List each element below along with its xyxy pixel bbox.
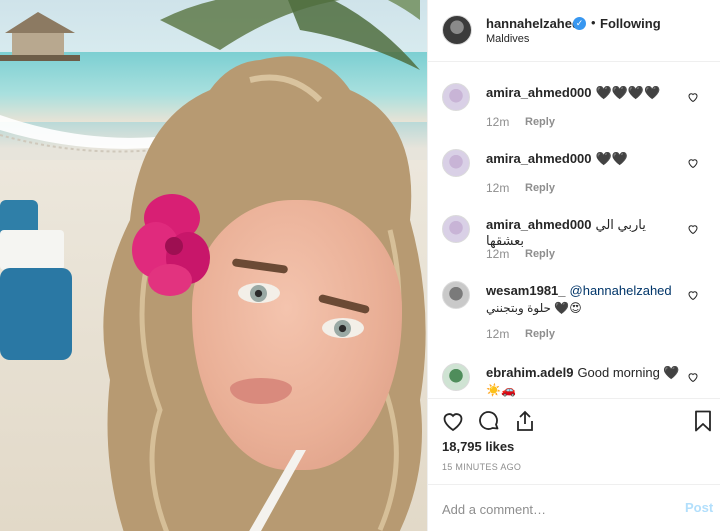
post-comment-button[interactable]: Post bbox=[685, 500, 713, 515]
bookmark-icon[interactable] bbox=[691, 409, 715, 433]
post-side-panel: hannahelzahed ✓ • Following Maldives ami… bbox=[427, 0, 720, 531]
comment-item: ebrahim.adel9 Good morning 🖤 ☀️🚗 bbox=[428, 343, 720, 398]
comment-like-heart-icon[interactable] bbox=[687, 223, 699, 235]
reply-button[interactable]: Reply bbox=[525, 116, 555, 128]
verified-badge-icon: ✓ bbox=[573, 17, 586, 30]
comment-item: amira_ahmed000 ياربي الي بعشقها 12m Reply bbox=[428, 195, 720, 261]
commenter-username[interactable]: amira_ahmed000 bbox=[486, 85, 592, 100]
commenter-username[interactable]: ebrahim.adel9 bbox=[486, 365, 573, 380]
comment-mention-link[interactable]: @hannahelzahed bbox=[570, 283, 672, 298]
commenter-username[interactable]: wesam1981_ bbox=[486, 283, 566, 298]
photo-left-eye bbox=[238, 283, 280, 303]
likes-count[interactable]: 18,795 likes bbox=[442, 439, 514, 454]
author-avatar[interactable] bbox=[442, 15, 472, 45]
comment-time: 12m bbox=[486, 181, 510, 195]
comment-body-extra: ☀️🚗 bbox=[486, 383, 516, 397]
following-button[interactable]: Following bbox=[600, 16, 661, 31]
post-actions: 18,795 likes 15 MINUTES AGO bbox=[428, 398, 720, 484]
commenter-avatar[interactable] bbox=[442, 149, 470, 177]
comment-item: amira_ahmed000 🖤🖤 12m Reply bbox=[428, 129, 720, 195]
reply-button[interactable]: Reply bbox=[525, 248, 555, 260]
share-icon[interactable] bbox=[513, 409, 537, 433]
comments-list[interactable]: amira_ahmed000 🖤🖤🖤🖤 12m Reply amira_ahmed… bbox=[428, 63, 720, 398]
commenter-username[interactable]: amira_ahmed000 bbox=[486, 217, 592, 232]
comment-time: 12m bbox=[486, 247, 510, 261]
photo-lounger bbox=[0, 230, 64, 270]
photo-swimsuit-strap bbox=[249, 450, 306, 531]
commenter-avatar[interactable] bbox=[442, 363, 470, 391]
comment-body: Good morning 🖤 bbox=[577, 365, 680, 380]
header-separator: • bbox=[591, 15, 596, 30]
comment-like-heart-icon[interactable] bbox=[687, 289, 699, 301]
comment-text: amira_ahmed000 ياربي الي بعشقها bbox=[486, 217, 686, 249]
photo-water-villa bbox=[0, 12, 80, 61]
author-username[interactable]: hannahelzahed bbox=[486, 16, 580, 31]
comment-like-heart-icon[interactable] bbox=[687, 91, 699, 103]
comment-body: 🖤🖤🖤🖤 bbox=[595, 85, 661, 100]
comment-time: 12m bbox=[486, 327, 510, 341]
post-location[interactable]: Maldives bbox=[486, 33, 529, 45]
add-comment-input[interactable] bbox=[442, 499, 662, 519]
comment-time: 12m bbox=[486, 115, 510, 129]
comment-item: amira_ahmed000 🖤🖤🖤🖤 12m Reply bbox=[428, 63, 720, 129]
comment-like-heart-icon[interactable] bbox=[687, 371, 699, 383]
speech-bubble-icon[interactable] bbox=[477, 409, 501, 433]
comment-body: 🖤🖤 bbox=[595, 151, 628, 166]
heart-outline-icon[interactable] bbox=[441, 409, 465, 433]
photo-right-eye bbox=[322, 318, 364, 338]
commenter-avatar[interactable] bbox=[442, 215, 470, 243]
post-timestamp: 15 MINUTES AGO bbox=[442, 462, 522, 472]
commenter-username[interactable]: amira_ahmed000 bbox=[486, 151, 592, 166]
reply-button[interactable]: Reply bbox=[525, 328, 555, 340]
photo-pink-flower bbox=[132, 194, 210, 296]
comment-text: amira_ahmed000 🖤🖤🖤🖤 bbox=[486, 85, 686, 101]
comment-text: amira_ahmed000 🖤🖤 bbox=[486, 151, 686, 167]
comment-text: wesam1981_ @hannahelzahed bbox=[486, 283, 686, 298]
photo-blue-cushion-large bbox=[0, 268, 72, 360]
commenter-avatar[interactable] bbox=[442, 281, 470, 309]
comment-item: wesam1981_ @hannahelzahed حلوة وبتجنني 🖤😍… bbox=[428, 261, 720, 343]
post-header: hannahelzahed ✓ • Following Maldives bbox=[428, 0, 720, 62]
add-comment-bar: Post bbox=[428, 484, 720, 531]
post-photo[interactable] bbox=[0, 0, 427, 531]
reply-button[interactable]: Reply bbox=[525, 182, 555, 194]
comment-text: ebrahim.adel9 Good morning 🖤 bbox=[486, 365, 686, 381]
comment-like-heart-icon[interactable] bbox=[687, 157, 699, 169]
commenter-avatar[interactable] bbox=[442, 83, 470, 111]
comment-body: حلوة وبتجنني 🖤😍 bbox=[486, 301, 582, 315]
